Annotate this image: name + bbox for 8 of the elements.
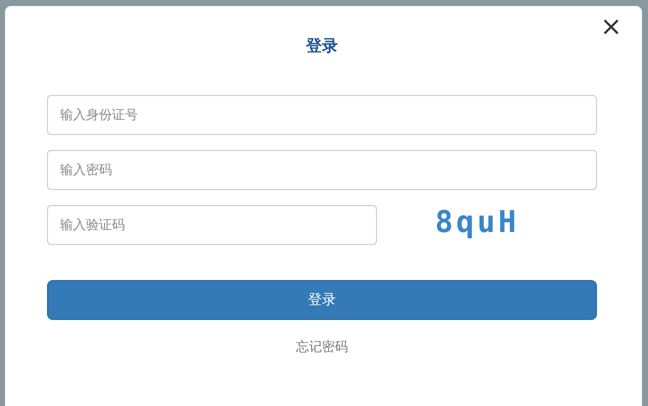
captcha-image: 8quH xyxy=(435,207,520,239)
close-button[interactable]: × xyxy=(596,14,626,40)
dialog-title: 登录 xyxy=(304,35,339,57)
input-field[interactable]: 输入身份证号 xyxy=(47,95,597,135)
input-field[interactable]: 输入验证码 xyxy=(47,205,377,245)
forgot-password-link[interactable]: 忘记密码 xyxy=(296,340,348,355)
login-button[interactable]: 登录 xyxy=(47,280,597,320)
input-field[interactable]: 输入密码 xyxy=(47,150,597,190)
